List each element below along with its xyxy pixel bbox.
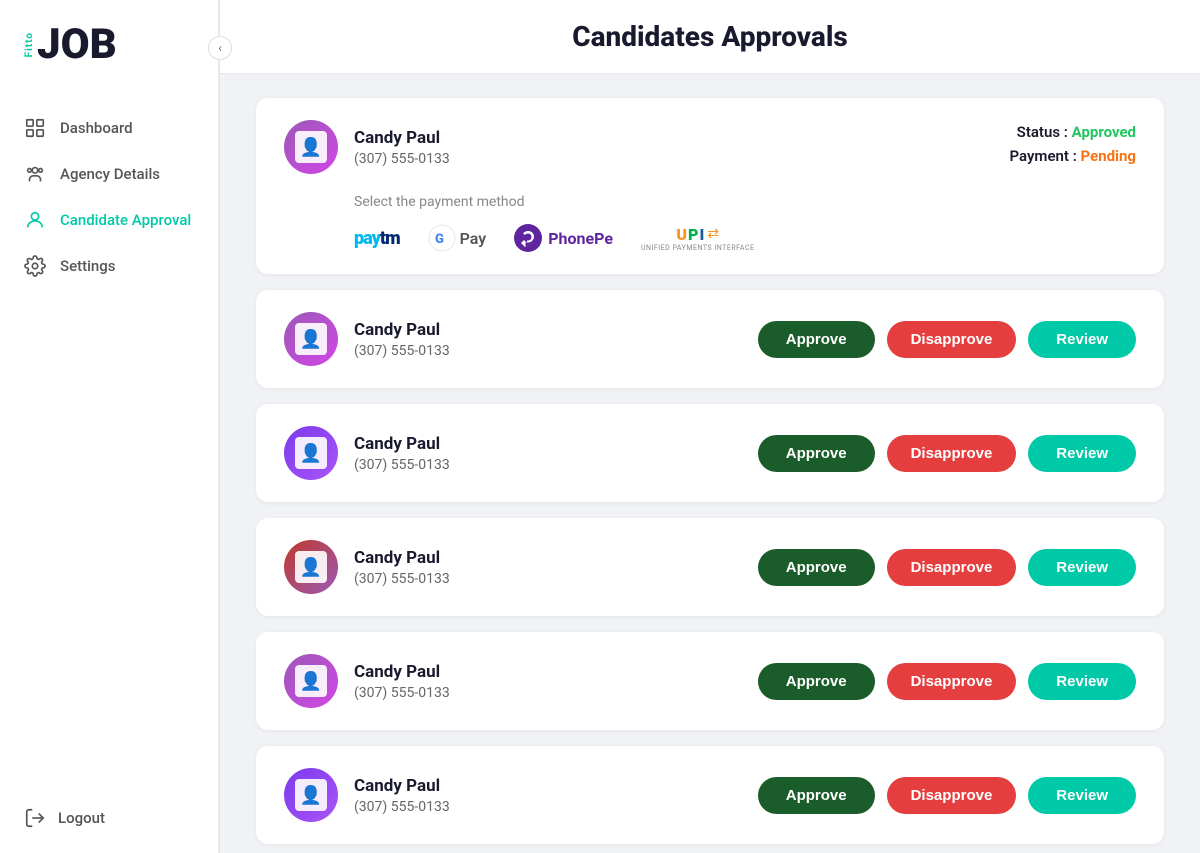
- candidate-card: 👤 Candy Paul (307) 555-0133 Approve Disa…: [256, 632, 1164, 730]
- approve-button[interactable]: Approve: [758, 321, 875, 358]
- candidate-card: 👤 Candy Paul (307) 555-0133 Approve Disa…: [256, 404, 1164, 502]
- candidate-phone: (307) 555-0133: [354, 685, 742, 701]
- candidate-icon: [24, 209, 46, 231]
- payment-label: Payment: [1009, 147, 1068, 165]
- candidate-name: Candy Paul: [354, 128, 993, 148]
- action-buttons: Approve Disapprove Review: [758, 549, 1136, 586]
- logout-button[interactable]: Logout: [24, 807, 194, 829]
- agency-icon: [24, 163, 46, 185]
- candidates-list: 👤 Candy Paul (307) 555-0133 Status : App…: [220, 74, 1200, 853]
- logo-area: Fitto JOB: [0, 0, 218, 85]
- candidate-name: Candy Paul: [354, 548, 742, 568]
- candidate-card: 👤 Candy Paul (307) 555-0133 Approve Disa…: [256, 290, 1164, 388]
- status-area: Status : Approved Payment : Pending: [1009, 123, 1136, 171]
- svg-text:G: G: [435, 232, 444, 247]
- candidate-phone: (307) 555-0133: [354, 571, 742, 587]
- sidebar-item-candidate-approval[interactable]: Candidate Approval: [0, 197, 218, 243]
- disapprove-button[interactable]: Disapprove: [887, 663, 1017, 700]
- review-button[interactable]: Review: [1028, 435, 1136, 472]
- action-buttons: Approve Disapprove Review: [758, 435, 1136, 472]
- review-button[interactable]: Review: [1028, 663, 1136, 700]
- sidebar-item-label-dashboard: Dashboard: [60, 119, 133, 137]
- sidebar-item-dashboard[interactable]: Dashboard: [0, 105, 218, 151]
- disapprove-button[interactable]: Disapprove: [887, 321, 1017, 358]
- review-button[interactable]: Review: [1028, 321, 1136, 358]
- main-content-area: Candidates Approvals 👤 Candy Paul (307) …: [220, 0, 1200, 853]
- candidate-info: Candy Paul (307) 555-0133: [354, 776, 742, 815]
- approve-button[interactable]: Approve: [758, 777, 875, 814]
- review-button[interactable]: Review: [1028, 549, 1136, 586]
- avatar: 👤: [284, 120, 338, 174]
- candidate-phone: (307) 555-0133: [354, 343, 742, 359]
- action-buttons: Approve Disapprove Review: [758, 321, 1136, 358]
- gpay-payment-option[interactable]: G Pay: [428, 224, 487, 252]
- candidate-name: Candy Paul: [354, 776, 742, 796]
- page-title: Candidates Approvals: [260, 20, 1160, 53]
- avatar: 👤: [284, 768, 338, 822]
- action-buttons: Approve Disapprove Review: [758, 777, 1136, 814]
- payment-method-section: Select the payment method paytm G Pay: [284, 190, 1136, 252]
- nav-menu: Dashboard Agency Details Candidate A: [0, 85, 218, 791]
- candidate-info: Candy Paul (307) 555-0133: [354, 662, 742, 701]
- settings-icon: [24, 255, 46, 277]
- payment-method-label: Select the payment method: [354, 194, 1136, 210]
- candidate-name: Candy Paul: [354, 662, 742, 682]
- candidate-phone: (307) 555-0133: [354, 457, 742, 473]
- avatar: 👤: [284, 654, 338, 708]
- avatar: 👤: [284, 426, 338, 480]
- avatar: 👤: [284, 312, 338, 366]
- phonepe-payment-option[interactable]: PhonePe: [514, 224, 613, 252]
- sidebar-bottom: Logout: [0, 791, 218, 853]
- dashboard-icon: [24, 117, 46, 139]
- action-buttons: Approve Disapprove Review: [758, 663, 1136, 700]
- candidate-phone: (307) 555-0133: [354, 799, 742, 815]
- main-header: Candidates Approvals: [220, 0, 1200, 74]
- logo-job-text: JOB: [37, 20, 117, 69]
- payment-value: Pending: [1081, 147, 1136, 165]
- paytm-payment-option[interactable]: paytm: [354, 228, 400, 249]
- candidate-card: 👤 Candy Paul (307) 555-0133 Approve Disa…: [256, 518, 1164, 616]
- disapprove-button[interactable]: Disapprove: [887, 549, 1017, 586]
- status-row: Status : Approved: [1009, 123, 1136, 141]
- sidebar-collapse-button[interactable]: ‹: [208, 36, 232, 60]
- candidate-card-first: 👤 Candy Paul (307) 555-0133 Status : App…: [256, 98, 1164, 274]
- candidate-name: Candy Paul: [354, 434, 742, 454]
- sidebar: Fitto JOB ‹ Dashboard: [0, 0, 220, 853]
- approve-button[interactable]: Approve: [758, 435, 875, 472]
- status-label: Status: [1017, 123, 1060, 141]
- sidebar-item-label-agency: Agency Details: [60, 165, 160, 183]
- candidate-info: Candy Paul (307) 555-0133: [354, 320, 742, 359]
- sidebar-item-settings[interactable]: Settings: [0, 243, 218, 289]
- approve-button[interactable]: Approve: [758, 663, 875, 700]
- sidebar-item-agency-details[interactable]: Agency Details: [0, 151, 218, 197]
- logout-label: Logout: [58, 809, 105, 827]
- candidate-name: Candy Paul: [354, 320, 742, 340]
- disapprove-button[interactable]: Disapprove: [887, 777, 1017, 814]
- upi-payment-option[interactable]: U P I ⇄ UNIFIED PAYMENTS INTERFACE: [641, 225, 755, 252]
- status-value: Approved: [1072, 123, 1136, 141]
- candidate-phone: (307) 555-0133: [354, 151, 993, 167]
- payment-row: Payment : Pending: [1009, 147, 1136, 165]
- candidate-info: Candy Paul (307) 555-0133: [354, 434, 742, 473]
- approve-button[interactable]: Approve: [758, 549, 875, 586]
- disapprove-button[interactable]: Disapprove: [887, 435, 1017, 472]
- candidate-card: 👤 Candy Paul (307) 555-0133 Approve Disa…: [256, 746, 1164, 844]
- candidate-info: Candy Paul (307) 555-0133: [354, 128, 993, 167]
- sidebar-item-label-settings: Settings: [60, 257, 116, 275]
- review-button[interactable]: Review: [1028, 777, 1136, 814]
- payment-methods-list: paytm G Pay: [354, 224, 1136, 252]
- candidate-info: Candy Paul (307) 555-0133: [354, 548, 742, 587]
- sidebar-item-label-candidate: Candidate Approval: [60, 211, 191, 229]
- logout-icon: [24, 807, 46, 829]
- avatar: 👤: [284, 540, 338, 594]
- logo-fitto-text: Fitto: [24, 32, 35, 57]
